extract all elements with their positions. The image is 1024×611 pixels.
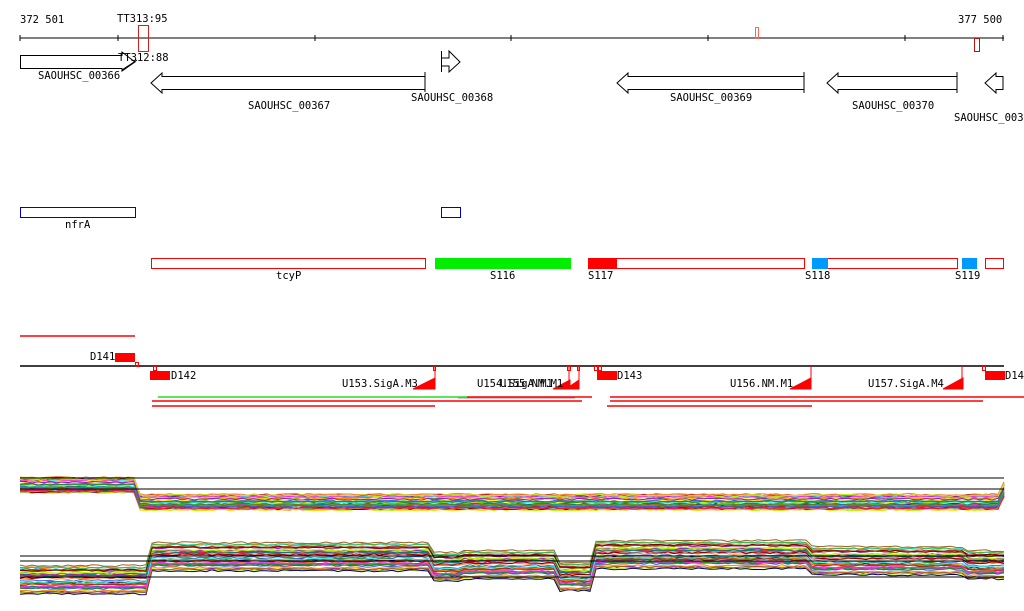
- peak-D141[interactable]: [115, 353, 135, 362]
- peak-D144[interactable]: [985, 371, 1005, 380]
- gene-SAOUHSC_0037[interactable]: [984, 71, 1004, 95]
- gene-label: SAOUHSC_00366: [38, 70, 120, 82]
- feature-nfrA[interactable]: [20, 207, 136, 218]
- gene-label: SAOUHSC_00369: [670, 92, 752, 104]
- peak-D143[interactable]: [597, 371, 617, 380]
- terminator-marker[interactable]: [974, 38, 980, 52]
- marker-label-top: TT313:95: [117, 13, 168, 25]
- expression-traces: [19, 476, 1005, 596]
- terminator-marker[interactable]: [755, 27, 759, 39]
- gene-SAOUHSC_00368[interactable]: [441, 49, 461, 74]
- gene-label: SAOUHSC_0037: [954, 112, 1024, 124]
- marker-label-bottom: TT312:88: [118, 52, 169, 64]
- segment-S117[interactable]: [588, 258, 805, 269]
- gene-label: SAOUHSC_00370: [852, 100, 934, 112]
- feature-label: nfrA: [65, 219, 91, 231]
- peak-label: U153.SigA.M3: [342, 378, 418, 390]
- segment-label: S118: [805, 270, 830, 282]
- ruler-start: 372 501: [20, 14, 64, 26]
- gene-SAOUHSC_00369[interactable]: [616, 71, 805, 95]
- peak-label: U157.SigA.M4: [868, 378, 944, 390]
- coordinate-ruler: 372 501 377 500 TT313:95: [19, 13, 1004, 52]
- ruler-end: 377 500: [958, 14, 1002, 26]
- gene-label: SAOUHSC_00368: [411, 92, 493, 104]
- feature-tcyP[interactable]: [151, 258, 426, 269]
- segment-label: S116: [490, 270, 515, 282]
- peak-label: U155.NM.M1: [500, 378, 563, 390]
- feature-box[interactable]: [441, 207, 461, 218]
- expression-trace: [19, 476, 1005, 496]
- peak-label: D141: [90, 351, 115, 363]
- peak-label: D144: [1005, 370, 1024, 382]
- expression-trace: [20, 476, 1005, 497]
- expression-trace: [19, 476, 1005, 497]
- segment-label: S117: [588, 270, 613, 282]
- gene-SAOUHSC_00370[interactable]: [826, 71, 958, 95]
- feature-label: tcyP: [276, 270, 301, 282]
- segment-S116[interactable]: [435, 258, 571, 269]
- peak-label: D142: [171, 370, 196, 382]
- gene-SAOUHSC_00367[interactable]: [150, 71, 426, 95]
- segment-label: S119: [955, 270, 980, 282]
- segment-S119[interactable]: [962, 258, 977, 269]
- peak-D142[interactable]: [150, 371, 170, 380]
- genome-browser: 372 501 377 500 TT313:95 TT312:88 SAOUHS…: [19, 13, 1024, 596]
- peak-label: D143: [617, 370, 642, 382]
- segment-S118[interactable]: [812, 258, 958, 269]
- segment-box[interactable]: [985, 258, 1004, 269]
- gene-label: SAOUHSC_00367: [248, 100, 330, 112]
- peak-label: U156.NM.M1: [730, 378, 793, 390]
- peak-U157[interactable]: [942, 377, 964, 390]
